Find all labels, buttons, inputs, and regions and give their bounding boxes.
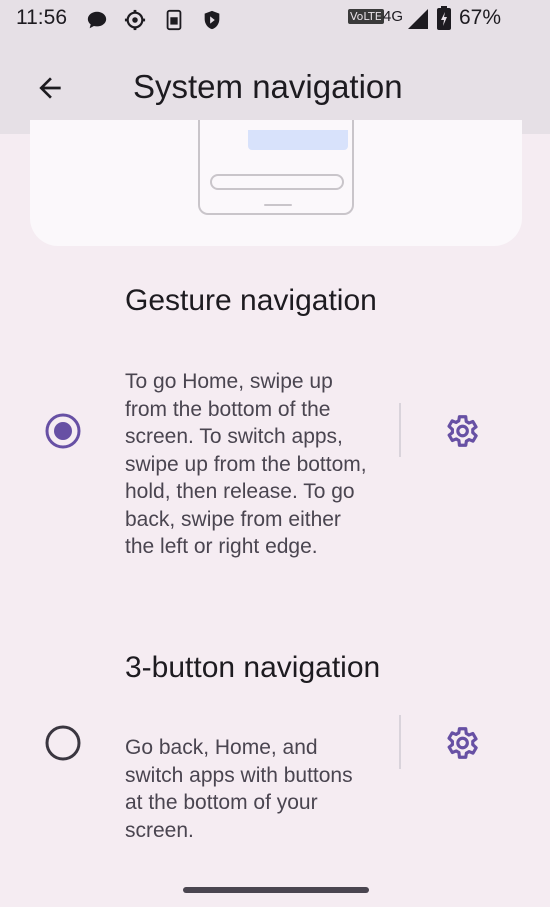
gear-icon [447,727,478,759]
network-type: 4G [383,8,404,25]
battery-percent: 67% [459,6,502,29]
back-button[interactable] [26,64,74,112]
radio-selected-icon[interactable] [45,413,81,449]
three-button-settings-button[interactable] [439,721,483,765]
gear-icon [447,415,478,447]
status-time: 11:56 [16,6,67,29]
gesture-nav-handle[interactable] [183,887,369,893]
sd-card-icon [166,9,182,31]
option-title: Gesture navigation [125,284,377,317]
option-title: 3-button navigation [125,651,381,684]
option-description: To go Home, swipe up from the bottom of … [125,370,367,558]
radio-unselected-icon[interactable] [45,725,81,761]
phone-illustration [198,120,354,215]
page-title: System navigation [133,68,403,105]
illustration-searchbar [210,174,344,190]
battery-charging-icon [437,6,451,30]
option-description: Go back, Home, and switch apps with butt… [125,736,353,842]
shield-icon [204,10,220,30]
illustration-block [248,130,348,150]
volte-label: VoLTE [348,9,384,24]
gesture-settings-button[interactable] [439,409,483,453]
settings-icon [124,9,146,31]
status-bar: 11:56 VoLTE 4G 67% [0,0,550,40]
illustration-handle [264,204,292,206]
divider [399,715,401,769]
signal-icon [408,9,428,29]
divider [399,403,401,457]
gesture-illustration [30,120,522,246]
message-icon [87,11,107,29]
arrow-back-icon [39,77,61,99]
